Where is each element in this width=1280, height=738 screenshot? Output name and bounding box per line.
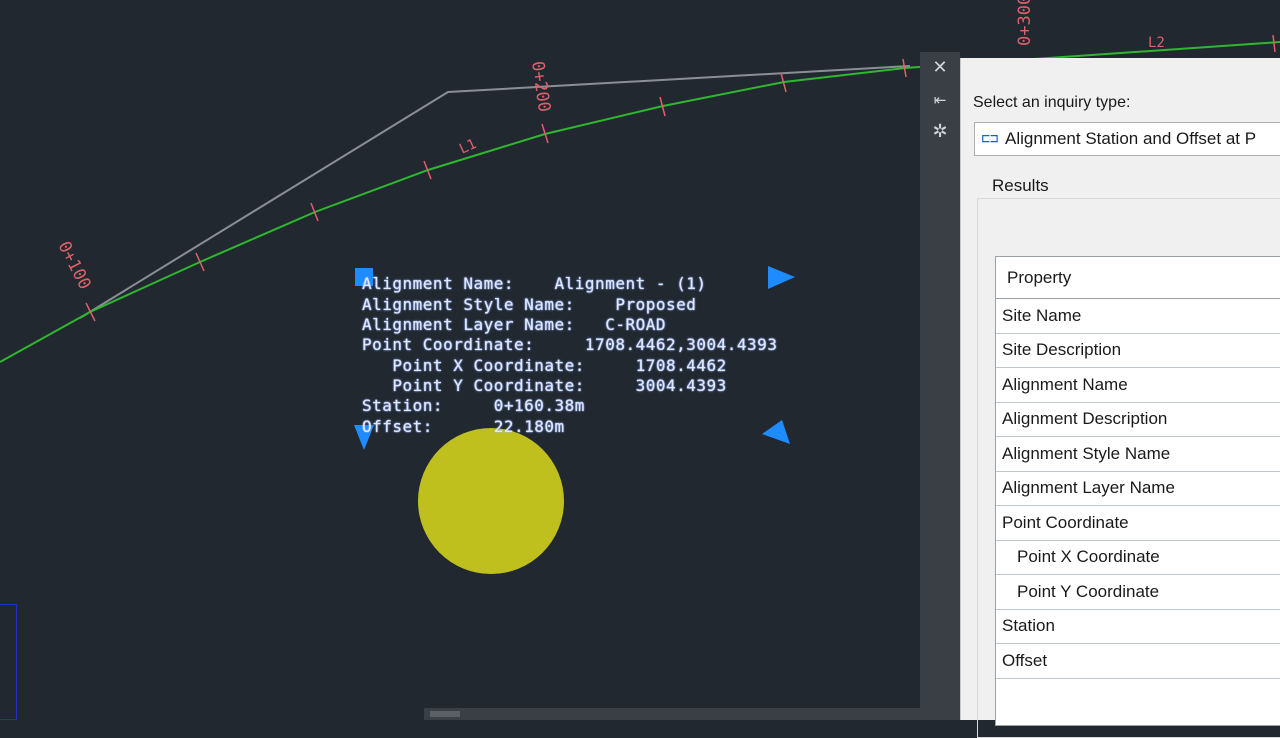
tag-line-layer-name: Alignment Layer Name: C-ROAD <box>362 315 666 334</box>
station-label-300: 0+300 <box>1015 0 1035 46</box>
table-row-alignment-layer-name[interactable]: Alignment Layer Name <box>996 471 1280 506</box>
results-label: Results <box>992 176 1049 195</box>
inquiry-tool-panel: Select an inquiry type: ⊏⊐ Alignment Sta… <box>960 58 1280 738</box>
tangent-label-l2: L2 <box>1148 35 1165 51</box>
horizontal-scrollbar[interactable] <box>424 708 920 720</box>
tag-grip-arrow-corner[interactable] <box>762 420 790 444</box>
inquiry-type-select[interactable]: ⊏⊐ Alignment Station and Offset at P <box>974 122 1280 156</box>
cursor-highlight <box>418 428 564 574</box>
tag-line-point-y: Point Y Coordinate: 3004.4393 <box>362 376 727 395</box>
palette-title-strip[interactable]: ✕ ⇤ ✲ <box>920 52 960 720</box>
tag-line-alignment-name: Alignment Name: Alignment - (1) <box>362 274 707 293</box>
station-label-100: 0+100 <box>54 238 95 293</box>
table-row-point-y-coordinate[interactable]: Point Y Coordinate <box>996 575 1280 610</box>
tag-line-point-x: Point X Coordinate: 1708.4462 <box>362 356 727 375</box>
tag-line-point-coordinate: Point Coordinate: 1708.4462,3004.4393 <box>362 335 778 354</box>
table-row-alignment-style-name[interactable]: Alignment Style Name <box>996 437 1280 472</box>
table-row-alignment-name[interactable]: Alignment Name <box>996 368 1280 403</box>
alignment-inquiry-icon: ⊏⊐ <box>981 131 999 147</box>
scrollbar-thumb[interactable] <box>430 711 460 717</box>
station-label-200: 0+200 <box>527 60 554 113</box>
close-icon[interactable]: ✕ <box>928 56 952 80</box>
properties-gear-icon[interactable]: ✲ <box>928 120 952 144</box>
auto-hide-icon[interactable]: ⇤ <box>928 88 952 112</box>
table-row-point-coordinate[interactable]: Point Coordinate <box>996 506 1280 541</box>
table-row-site-description[interactable]: Site Description <box>996 333 1280 368</box>
inquiry-type-label: Select an inquiry type: <box>973 94 1131 111</box>
table-row-point-x-coordinate[interactable]: Point X Coordinate <box>996 540 1280 575</box>
property-column-header[interactable]: Property <box>996 257 1280 299</box>
tag-line-station: Station: 0+160.38m <box>362 396 585 415</box>
table-row-station[interactable]: Station <box>996 609 1280 644</box>
table-row-site-name[interactable]: Site Name <box>996 299 1280 334</box>
table-row-alignment-description[interactable]: Alignment Description <box>996 402 1280 437</box>
viewport-frame-edge <box>0 604 17 720</box>
table-row-offset[interactable]: Offset <box>996 644 1280 679</box>
tag-grip-arrow-right[interactable] <box>768 266 795 289</box>
inquiry-type-value: Alignment Station and Offset at P <box>1005 129 1257 148</box>
results-property-table: Property Site Name Site Description Alig… <box>995 256 1280 726</box>
tag-line-offset: Offset: 22.180m <box>362 417 565 436</box>
tag-line-style-name: Alignment Style Name: Proposed <box>362 295 697 314</box>
